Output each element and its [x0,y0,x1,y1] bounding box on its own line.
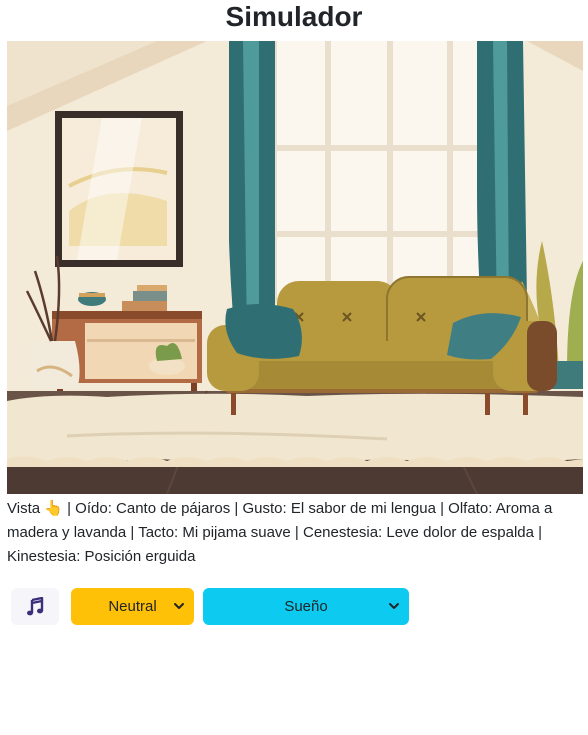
mood-select-value: Neutral [108,598,157,615]
state-select-value: Sueño [284,598,328,615]
sensory-description: Vista 👆 | Oído: Canto de pájaros | Gusto… [7,497,583,569]
sensory-details-text: | Oído: Canto de pájaros | Gusto: El sab… [7,500,553,565]
chevron-down-icon [174,603,184,609]
music-note-icon [27,596,44,615]
living-room-illustration [7,41,583,494]
page-title: Simulador [225,1,363,32]
vista-label: Vista [7,500,41,517]
state-select[interactable]: Sueño [203,588,409,625]
music-button[interactable] [11,588,59,625]
pointing-hand-icon: 👆 [44,500,63,517]
controls-bar: Neutral Sueño [11,588,411,625]
chevron-down-icon [389,603,399,609]
mood-select[interactable]: Neutral [71,588,194,625]
